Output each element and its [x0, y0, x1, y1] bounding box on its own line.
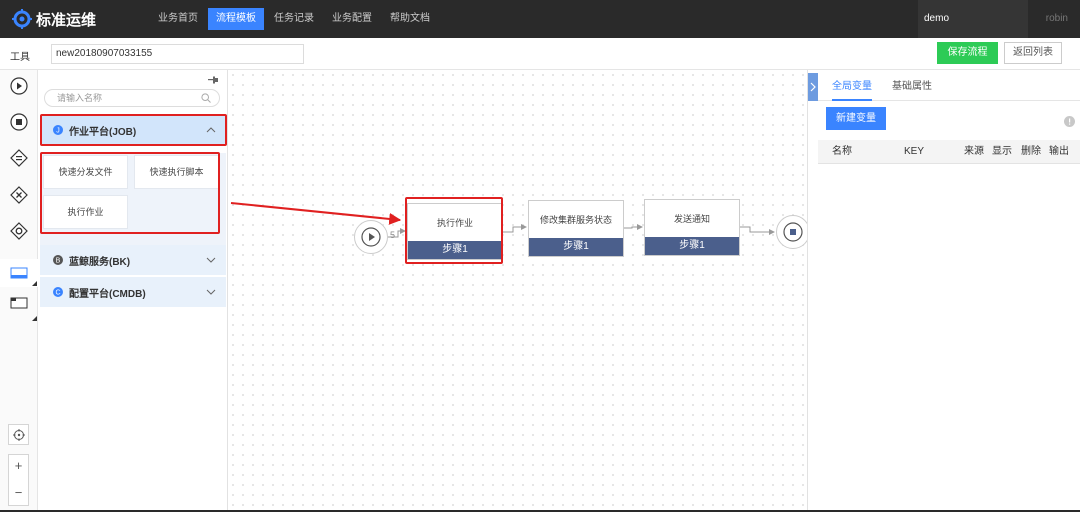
column-header-output: 输出 [1049, 146, 1069, 157]
task-node-modify-cluster-status[interactable]: 修改集群服务状态 步骤1 [528, 200, 624, 257]
save-flow-button[interactable]: 保存流程 [937, 42, 998, 64]
stop-icon [783, 222, 803, 242]
new-variable-button[interactable]: 新建变量 [826, 107, 886, 130]
edge-label: 5 [390, 230, 396, 240]
corner-triangle-icon [32, 281, 37, 286]
task-node-tool[interactable] [0, 259, 38, 287]
main-nav: 业务首页 流程模板 任务记录 业务配置 帮助文档 [150, 0, 440, 38]
cmdb-icon: C [53, 287, 63, 297]
app-title: 标准运维 [36, 11, 97, 29]
flow-canvas[interactable]: 5 执行作业 步骤1 修改集群服务状态 步骤1 发送通知 步骤1 [228, 70, 810, 512]
chevron-down-icon [206, 257, 216, 263]
chevron-down-icon [206, 289, 216, 295]
logo-icon [12, 9, 32, 29]
task-node-icon [10, 267, 28, 279]
config-tabs: 全局变量 基础属性 [818, 70, 1080, 101]
tool-strip: + − [0, 70, 38, 512]
column-header-name: 名称 [832, 146, 852, 157]
back-to-list-button[interactable]: 返回列表 [1004, 42, 1062, 64]
highlight-task-node [405, 197, 503, 264]
group-header-bk[interactable]: B 蓝鲸服务(BK) [40, 245, 226, 275]
svg-text:B: B [56, 258, 61, 265]
crosshair-icon [13, 429, 25, 441]
play-icon [361, 227, 381, 247]
column-header-delete: 删除 [1021, 146, 1041, 157]
node-title: 发送通知 [673, 214, 710, 224]
info-icon[interactable] [1064, 116, 1075, 127]
nav-item-home[interactable]: 业务首页 [150, 8, 206, 30]
tab-global-variables[interactable]: 全局变量 [832, 70, 872, 101]
highlight-plugin-list [40, 152, 220, 234]
converge-gateway-icon[interactable] [10, 222, 28, 240]
top-navigation-bar: 标准运维 业务首页 流程模板 任务记录 业务配置 帮助文档 demo robin [0, 0, 1080, 38]
node-step-label: 步骤1 [529, 238, 623, 256]
parallel-gateway-icon[interactable] [10, 149, 28, 167]
node-step-label: 步骤1 [645, 237, 739, 255]
tools-label: 工具 [10, 52, 30, 63]
subprocess-node-icon[interactable] [10, 294, 28, 312]
business-selector[interactable]: demo [918, 0, 1028, 38]
editor-toolbar: 工具 new20180907033155 保存流程 返回列表 [0, 38, 1080, 70]
exclusive-gateway-icon[interactable] [10, 186, 28, 204]
nav-item-business-config[interactable]: 业务配置 [324, 8, 380, 30]
group-label-cmdb: 配置平台(CMDB) [69, 288, 146, 300]
highlight-group-header [40, 114, 227, 146]
flow-connectors [230, 202, 775, 238]
variables-table-header: 名称 KEY 来源 显示 删除 输出 [818, 140, 1080, 164]
template-name-input[interactable]: new20180907033155 [51, 44, 304, 64]
nav-item-task-records[interactable]: 任务记录 [266, 8, 322, 30]
node-library-panel: 请输入名称 J 作业平台(JOB) 快速分发文件 快速执行脚本 执行作业 B 蓝… [38, 70, 228, 512]
start-node[interactable] [354, 220, 388, 254]
pin-icon[interactable] [208, 76, 218, 84]
search-icon[interactable] [201, 93, 211, 103]
column-header-visible: 显示 [992, 146, 1012, 157]
nav-item-flow-templates[interactable]: 流程模板 [208, 8, 264, 30]
bk-service-icon: B [53, 255, 63, 265]
node-search-input[interactable]: 请输入名称 [44, 89, 220, 107]
group-label-bk: 蓝鲸服务(BK) [69, 256, 131, 268]
end-node-tool-icon[interactable] [10, 113, 28, 131]
node-title: 修改集群服务状态 [539, 215, 612, 225]
locate-button[interactable] [8, 424, 29, 445]
end-node[interactable] [776, 215, 810, 249]
username[interactable]: robin [1028, 0, 1080, 38]
search-placeholder: 请输入名称 [57, 93, 103, 103]
column-header-source: 来源 [964, 146, 984, 157]
start-node-tool-icon[interactable] [10, 77, 28, 95]
panel-toggle[interactable] [808, 73, 818, 101]
nav-item-help-docs[interactable]: 帮助文档 [382, 8, 438, 30]
chevron-right-icon [810, 82, 816, 92]
tab-basic-properties[interactable]: 基础属性 [892, 70, 932, 101]
zoom-out-button[interactable]: − [9, 485, 28, 500]
svg-text:C: C [55, 290, 60, 297]
config-panel: 全局变量 基础属性 新建变量 名称 KEY 来源 显示 删除 输出 [807, 70, 1080, 512]
zoom-controls: + − [8, 454, 29, 506]
app-logo[interactable]: 标准运维 [0, 9, 150, 30]
zoom-in-button[interactable]: + [9, 458, 28, 473]
task-node-send-notification[interactable]: 发送通知 步骤1 [644, 199, 740, 256]
corner-triangle-icon [32, 316, 37, 321]
group-header-cmdb[interactable]: C 配置平台(CMDB) [40, 277, 226, 307]
column-header-key: KEY [904, 146, 925, 157]
user-area: demo robin [918, 0, 1080, 38]
